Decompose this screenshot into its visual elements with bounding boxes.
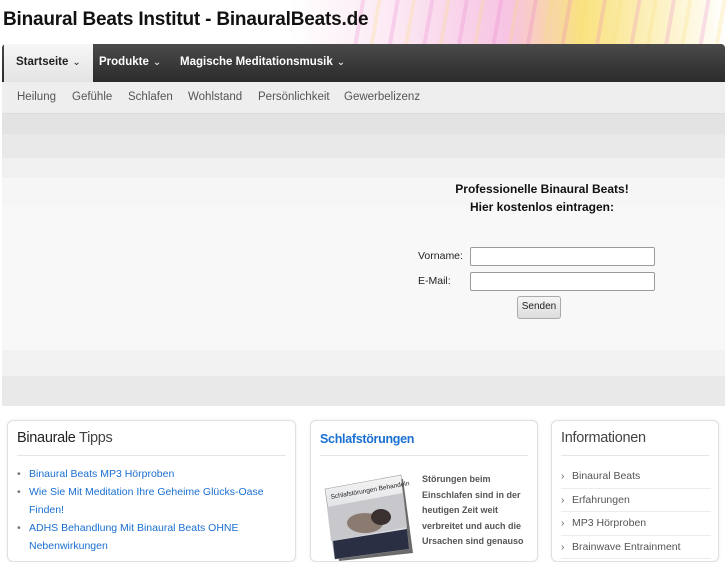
subnav-item-gewerbelizenz[interactable]: Gewerbelizenz bbox=[344, 82, 420, 113]
list-item-label: MP3 Hörproben bbox=[572, 517, 647, 529]
list-item[interactable]: Binaural Beats MP3 Hörproben bbox=[17, 465, 287, 483]
nav-item-meditationsmusik[interactable]: Magische Meditationsmusik ⌄ bbox=[168, 44, 357, 82]
signup-subheading: Hier kostenlos eintragen: bbox=[469, 200, 615, 214]
list-item[interactable]: › Brainwave Entrainment bbox=[561, 536, 711, 559]
subnav-item-wohlstand[interactable]: Wohlstand bbox=[188, 82, 242, 113]
list-item-label: Brainwave Entrainment bbox=[572, 540, 681, 553]
signup-form: Professionelle Binaural Beats! Hier kost… bbox=[2, 114, 725, 406]
vorname-label: Vorname: bbox=[418, 250, 463, 262]
nav-label: Startseite bbox=[16, 56, 69, 68]
list-item-label: Erfahrungen bbox=[572, 493, 630, 506]
main-navigation: Startseite ⌄ Produkte ⌄ Magische Meditatio… bbox=[2, 44, 725, 82]
list-item-label: Binaural Beats bbox=[572, 470, 641, 482]
widget-title: Informationen bbox=[561, 430, 646, 446]
widget-title-rest: Tipps bbox=[75, 430, 113, 446]
list-item[interactable]: › Erfahrungen bbox=[561, 489, 711, 512]
site-title[interactable]: Binaural Beats Institut - BinauralBeats.… bbox=[3, 9, 369, 31]
chevron-down-icon: ⌄ bbox=[336, 57, 346, 68]
book-cover-image[interactable]: Schlafstörungen Behandeln bbox=[323, 471, 415, 561]
signup-heading: Professionelle Binaural Beats! bbox=[455, 182, 629, 196]
chevron-down-icon: ⌄ bbox=[72, 57, 81, 68]
chevron-right-icon: › bbox=[561, 470, 565, 482]
tipps-list: Binaural Beats MP3 Hörproben Wie Sie Mit… bbox=[17, 465, 287, 555]
email-field[interactable] bbox=[470, 272, 655, 291]
list-item[interactable]: › MP3 Hörproben bbox=[561, 512, 711, 536]
widget-title: Binaurale Tipps bbox=[17, 430, 113, 446]
subnav-item-persoenlichkeit[interactable]: Persönlichkeit bbox=[258, 82, 330, 113]
divider bbox=[17, 455, 286, 456]
divider bbox=[320, 455, 528, 456]
chevron-right-icon: › bbox=[561, 493, 565, 506]
schlaf-widget: Schlafstörungen Schlafstörungen Behandel… bbox=[310, 420, 538, 562]
sub-navigation: Heilung Gefühle Schlafen Wohlstand Persö… bbox=[2, 82, 725, 114]
site-header: Binaural Beats Institut - BinauralBeats.… bbox=[0, 0, 727, 44]
subnav-item-gefuehle[interactable]: Gefühle bbox=[72, 82, 112, 113]
chevron-right-icon: › bbox=[561, 540, 565, 553]
list-item[interactable]: Wie Sie Mit Meditation Ihre Geheime Glüc… bbox=[17, 483, 287, 519]
chevron-right-icon: › bbox=[561, 517, 565, 529]
divider bbox=[561, 455, 709, 456]
subnav-item-schlafen[interactable]: Schlafen bbox=[128, 82, 173, 113]
informationen-widget: Informationen › Binaural Beats › Erfahrung… bbox=[551, 420, 719, 562]
list-item[interactable]: › Binaural Beats bbox=[561, 465, 711, 489]
subnav-item-heilung[interactable]: Heilung bbox=[17, 82, 56, 113]
nav-item-startseite[interactable]: Startseite ⌄ bbox=[4, 44, 93, 82]
nav-label: Magische Meditationsmusik bbox=[180, 56, 333, 68]
nav-item-produkte[interactable]: Produkte ⌄ bbox=[87, 44, 173, 82]
signup-banner: Professionelle Binaural Beats! Hier kost… bbox=[2, 114, 725, 406]
header-decoration bbox=[347, 0, 727, 44]
nav-label: Produkte bbox=[99, 56, 149, 68]
tipps-widget: Binaurale Tipps Binaural Beats MP3 Hörpr… bbox=[7, 420, 296, 562]
vorname-field[interactable] bbox=[470, 247, 655, 266]
chevron-down-icon: ⌄ bbox=[152, 57, 162, 68]
list-item[interactable]: ADHS Behandlung Mit Binaural Beats OHNE … bbox=[17, 519, 287, 555]
email-label: E-Mail: bbox=[418, 275, 451, 287]
schlaf-description: Störungen beim Einschlafen sind in der h… bbox=[422, 474, 524, 546]
widget-title[interactable]: Schlafstörungen bbox=[320, 432, 414, 446]
submit-button[interactable]: Senden bbox=[517, 296, 561, 319]
widget-title-strong: Binaurale bbox=[17, 430, 76, 446]
